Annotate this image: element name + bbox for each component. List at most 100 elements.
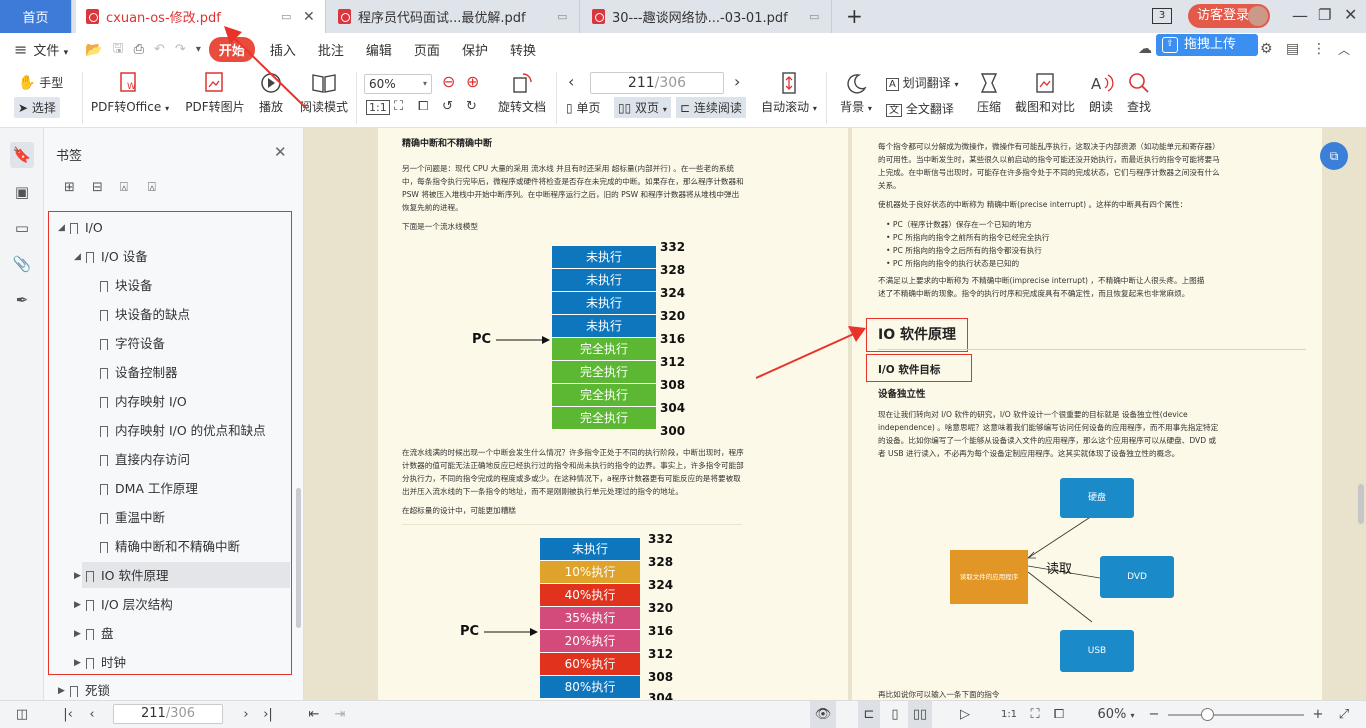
collapse-ribbon-icon[interactable]: ︿ xyxy=(1338,41,1350,58)
close-panel-icon[interactable]: ✕ xyxy=(274,143,287,161)
single-page-button[interactable]: ▯ 单页 xyxy=(566,99,600,116)
single-view-icon[interactable]: ▯ xyxy=(884,701,906,728)
zoom-slider-track[interactable] xyxy=(1168,714,1304,716)
menu-page[interactable]: 页面 xyxy=(403,40,451,59)
zoom-out-icon[interactable]: ⊖ xyxy=(442,72,455,91)
page-input[interactable]: 211/306 xyxy=(590,72,724,94)
restore-icon[interactable]: ❐ xyxy=(1318,6,1331,24)
hand-tool[interactable]: ✋ 手型 xyxy=(18,74,63,91)
rotate-document-button[interactable]: 旋转文档 xyxy=(494,72,550,115)
actual-size-icon[interactable]: 1:1 xyxy=(998,701,1020,728)
fit-width-icon[interactable]: ⧠ xyxy=(1048,701,1070,728)
rotate-right-icon[interactable]: ↻ xyxy=(466,99,477,114)
fit-width-icon[interactable]: ⧠ xyxy=(418,99,428,114)
pdf-to-office-button[interactable]: W PDF转Office ▾ xyxy=(90,72,170,115)
zoom-in-icon[interactable]: ⊕ xyxy=(466,72,479,91)
comment-icon[interactable]: ▭ xyxy=(12,218,32,238)
continuous-view-icon[interactable]: ⊏ xyxy=(858,701,880,728)
zoom-select[interactable]: 60% ▾ xyxy=(364,74,432,94)
print-icon[interactable]: ⎙ xyxy=(134,42,144,57)
signature-icon[interactable]: ✒ xyxy=(12,290,32,310)
bookmark-item[interactable]: ▶ I/O 层次结构 xyxy=(74,593,173,617)
bookmark-item[interactable]: 内存映射 I/O 的优点和缺点 xyxy=(100,419,266,443)
bookmark-item[interactable]: 字符设备 xyxy=(100,332,165,356)
status-page-input[interactable]: 211/306 xyxy=(113,704,223,724)
sidebar-toggle-icon[interactable]: ◫ xyxy=(10,701,34,728)
cloud-icon[interactable]: ☁ xyxy=(1138,41,1152,57)
fullscreen-icon[interactable]: ⤢ xyxy=(1334,701,1354,728)
prev-page-icon[interactable]: ‹ xyxy=(568,72,574,91)
actual-size-icon[interactable]: 1:1 xyxy=(366,100,390,115)
zoom-out-icon[interactable]: − xyxy=(1146,701,1162,728)
panel-scrollbar[interactable] xyxy=(296,488,301,628)
word-translate-button[interactable]: A 划词翻译 ▾ xyxy=(886,74,959,91)
back-icon[interactable]: ⇤ xyxy=(304,701,324,728)
background-button[interactable]: 背景 ▾ xyxy=(836,72,876,115)
bookmark-item[interactable]: ▶ 盘 xyxy=(74,622,114,646)
prev-page-icon[interactable]: ‹ xyxy=(82,701,102,728)
bookmark-item[interactable]: 设备控制器 xyxy=(100,361,178,385)
bookmark-item[interactable]: 直接内存访问 xyxy=(100,448,190,472)
message-icon[interactable]: ▤ xyxy=(1286,41,1299,57)
monitor-icon[interactable]: ▭ xyxy=(281,10,295,23)
bookmark-item[interactable]: 精确中断和不精确中断 xyxy=(100,535,240,559)
screenshot-compare-button[interactable]: 截图和对比 xyxy=(1012,72,1078,115)
compress-button[interactable]: 压缩 xyxy=(974,72,1004,115)
hamburger-icon[interactable]: ≡ xyxy=(14,40,27,59)
monitor-icon[interactable]: ▭ xyxy=(809,10,823,23)
attachment-icon[interactable]: 📎 xyxy=(12,254,32,274)
window-count-icon[interactable]: 3 xyxy=(1152,8,1172,24)
collapse-all-icon[interactable]: ⊟ xyxy=(92,180,103,195)
eye-protection-icon[interactable]: 👁 xyxy=(810,701,836,728)
forward-icon[interactable]: ⇥ xyxy=(330,701,350,728)
rotate-left-icon[interactable]: ↺ xyxy=(442,99,453,114)
bookmark-item[interactable]: ◢ I/O xyxy=(58,216,103,240)
bookmark-item[interactable]: 内存映射 I/O xyxy=(100,390,187,414)
menu-edit[interactable]: 编辑 xyxy=(355,40,403,59)
zoom-slider-thumb[interactable] xyxy=(1201,708,1214,721)
upload-button[interactable]: ⇪ 拖拽上传 xyxy=(1156,34,1258,56)
tab-home[interactable]: 首页 xyxy=(0,0,72,33)
bookmark-item-selected[interactable]: ▶ IO 软件原理 xyxy=(74,564,169,588)
more-options-icon[interactable]: ⋮ xyxy=(1312,41,1326,57)
undo-icon[interactable]: ↶ xyxy=(154,42,165,57)
redo-icon[interactable]: ↷ xyxy=(175,42,186,57)
double-page-button[interactable]: ▯▯ 双页 ▾ xyxy=(614,97,671,118)
bookmark-outline-icon[interactable]: ⍓ xyxy=(148,180,156,195)
settings-icon[interactable]: ⚙ xyxy=(1260,41,1273,57)
bookmark-item[interactable]: 重温中断 xyxy=(100,506,165,530)
add-tab-button[interactable]: + xyxy=(846,4,863,28)
open-icon[interactable]: 📂 xyxy=(85,42,102,58)
more-icon[interactable]: ▾ xyxy=(196,44,201,55)
document-scrollbar[interactable] xyxy=(1358,484,1364,524)
find-button[interactable]: 查找 xyxy=(1124,72,1154,115)
add-bookmark-icon[interactable]: ⍓ xyxy=(120,180,128,195)
close-window-icon[interactable]: ✕ xyxy=(1344,5,1357,24)
tab-document-2[interactable]: 程序员代码面试...最优解.pdf ▭ xyxy=(328,0,580,33)
bookmark-item[interactable]: DMA 工作原理 xyxy=(100,477,198,501)
next-page-icon[interactable]: › xyxy=(236,701,256,728)
thumbnail-icon[interactable]: ▣ xyxy=(12,182,32,202)
first-page-icon[interactable]: |‹ xyxy=(58,701,78,728)
monitor-icon[interactable]: ▭ xyxy=(557,10,571,23)
menu-protect[interactable]: 保护 xyxy=(451,40,499,59)
bookmark-item[interactable]: 块设备的缺点 xyxy=(100,303,190,327)
select-tool[interactable]: ➤ 选择 xyxy=(14,97,60,118)
fit-page-icon[interactable]: ⛶ xyxy=(1024,701,1046,728)
minimize-icon[interactable]: — xyxy=(1292,6,1308,25)
close-tab-icon[interactable]: ✕ xyxy=(303,9,317,25)
menu-convert[interactable]: 转换 xyxy=(499,40,547,59)
floating-tool-icon[interactable]: ⧉ xyxy=(1320,142,1348,170)
fit-page-icon[interactable]: ⛶ xyxy=(394,99,403,114)
login-button[interactable]: 访客登录 xyxy=(1188,4,1270,28)
tab-document-3[interactable]: 30---趣谈网络协...-03-01.pdf ▭ xyxy=(582,0,832,33)
last-page-icon[interactable]: ›| xyxy=(258,701,278,728)
play-icon[interactable]: ▷ xyxy=(954,701,976,728)
double-view-icon[interactable]: ▯▯ xyxy=(908,701,932,728)
status-zoom-select[interactable]: 60% ▾ xyxy=(1092,701,1140,728)
continuous-read-button[interactable]: ⊏ 连续阅读 xyxy=(676,97,746,118)
expand-all-icon[interactable]: ⊞ xyxy=(64,180,75,195)
bookmark-item[interactable]: 块设备 xyxy=(100,274,153,298)
bookmark-item[interactable]: ▶ 时钟 xyxy=(74,651,126,675)
bookmark-item[interactable]: ◢ I/O 设备 xyxy=(74,245,148,269)
